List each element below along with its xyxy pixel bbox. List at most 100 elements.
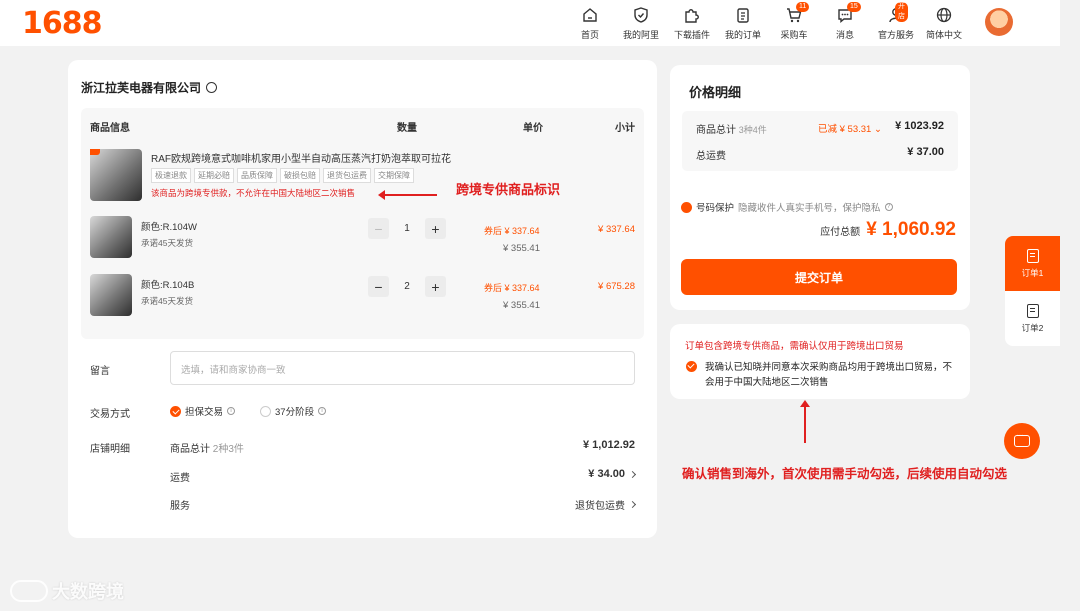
service-label: 服务 <box>170 501 190 512</box>
goods-total-value: ¥ 1,012.92 <box>583 439 635 451</box>
price-summary-box: 商品总计 3种4件 已减 ¥ 53.31 ⌄ ¥ 1023.92 总运费 ¥ 3… <box>682 111 958 171</box>
trade-option-label: 37分阶段 <box>275 407 315 418</box>
confirm-text[interactable]: 我确认已知晓并同意本次采购商品均用于跨境出口贸易，不会用于中国大陆地区二次销售 <box>705 360 953 390</box>
message-input[interactable]: 选填，请和商家协商一致 <box>170 351 635 385</box>
original-price: ¥ 355.41 <box>503 243 540 254</box>
header-unit-price: 单价 <box>523 123 543 134</box>
goods-total-value: ¥ 1023.92 <box>895 120 944 132</box>
nav-label: 官方服务 <box>877 30 914 40</box>
decrease-button[interactable]: − <box>368 218 389 239</box>
watermark: 大数跨境 <box>10 578 124 604</box>
service-row[interactable]: 退货包运费 <box>575 497 637 512</box>
header-goods-info: 商品信息 <box>90 123 130 134</box>
puzzle-icon <box>685 9 699 23</box>
chat-button[interactable] <box>1004 423 1040 459</box>
service-tag: 交期保障 <box>374 168 414 183</box>
chevron-down-icon: ⌄ <box>873 124 882 135</box>
decrease-button[interactable]: − <box>368 276 389 297</box>
nav-label: 简体中文 <box>925 30 962 40</box>
chat-icon <box>1014 430 1030 447</box>
discount-dropdown[interactable]: 已减 ¥ 53.31 ⌄ <box>818 121 882 135</box>
smile-icon[interactable] <box>206 82 218 93</box>
payable-label: 应付总额 <box>820 227 861 238</box>
quantity-stepper: − 2 + <box>368 276 446 297</box>
sku-ship-promise: 承诺45天发货 <box>141 296 193 306</box>
annotation-arrow-left <box>378 190 437 200</box>
total-shipping-label: 总运费 <box>696 151 726 162</box>
info-icon[interactable]: i <box>318 407 327 415</box>
nav-label: 我的阿里 <box>622 30 659 40</box>
protection-description: 隐藏收件人真实手机号，保护隐私 <box>738 203 881 214</box>
annotation-arrow-up <box>800 400 810 443</box>
submit-order-button[interactable]: 提交订单 <box>681 259 957 295</box>
quantity-value[interactable]: 2 <box>389 281 425 292</box>
service-tag: 破损包赔 <box>280 168 320 183</box>
shipping-amount: ¥ 34.00 <box>588 468 625 480</box>
watermark-text: 大数跨境 <box>52 582 124 602</box>
discount-value: 已减 ¥ 53.31 <box>818 124 872 135</box>
side-tab-order-2[interactable]: 订单2 <box>1005 291 1060 346</box>
price-detail-title: 价格明细 <box>689 85 742 100</box>
confirm-checkbox[interactable] <box>686 361 697 372</box>
chevron-right-icon <box>628 500 637 509</box>
increase-button[interactable]: + <box>425 276 446 297</box>
shipping-row[interactable]: ¥ 34.00 <box>588 468 637 480</box>
header-quantity: 数量 <box>397 123 417 134</box>
service-tag: 极速退款 <box>151 168 191 183</box>
info-icon[interactable]: i <box>227 407 236 415</box>
nav-language[interactable]: 简体中文 <box>914 6 974 41</box>
checkbox-checked-icon[interactable] <box>681 201 692 213</box>
nav-label: 我的订单 <box>724 30 761 40</box>
quantity-value[interactable]: 1 <box>389 223 425 234</box>
number-protection[interactable]: 号码保护 隐藏收件人真实手机号，保护隐私 ? <box>681 200 893 214</box>
side-tab-label: 订单2 <box>1021 322 1044 333</box>
protection-label: 号码保护 <box>696 203 735 214</box>
goods-total-label: 商品总计 2种3件 <box>170 440 244 455</box>
trade-option-installment[interactable]: 37分阶段 i <box>260 404 327 418</box>
service-tag: 品质保障 <box>237 168 277 183</box>
goods-total-row: 商品总计 3种4件 <box>696 121 767 136</box>
radio-checked-icon <box>170 405 181 417</box>
increase-button[interactable]: + <box>425 218 446 239</box>
cross-border-confirm-card: 订单包含跨境专供商品，需确认仅用于跨境出口贸易 我确认已知晓并同意本次采购商品均… <box>670 324 970 399</box>
goods-table: 商品信息 数量 单价 小计 RAF欧规跨境意式咖啡机家用小型半自动高压蒸汽打奶泡… <box>81 108 644 339</box>
payable-total: 应付总额 ¥ 1,060.92 <box>820 219 956 241</box>
product-title[interactable]: RAF欧规跨境意式咖啡机家用小型半自动高压蒸汽打奶泡萃取可拉花 <box>151 150 451 165</box>
cross-border-tag <box>90 149 100 155</box>
sku-ship-promise: 承诺45天发货 <box>141 238 193 248</box>
header-subtotal: 小计 <box>615 123 635 134</box>
avatar[interactable] <box>985 8 1013 36</box>
coupon-price: 券后 ¥ 337.64 <box>484 283 540 293</box>
total-shipping-value: ¥ 37.00 <box>907 146 944 158</box>
service-tags: 极速退款 延期必赔 品质保障 破损包赔 退货包运费 交期保障 <box>151 168 414 183</box>
store-order-card: 浙江拉芙电器有限公司 商品信息 数量 单价 小计 RAF欧规跨境意式咖啡机家用小… <box>68 60 657 538</box>
original-price: ¥ 355.41 <box>503 300 540 311</box>
goods-total-count: 3种4件 <box>738 125 767 135</box>
trade-option-escrow[interactable]: 担保交易 i <box>170 404 236 418</box>
cart-badge: 11 <box>796 2 810 12</box>
coupon-price: 券后 ¥ 337.64 <box>484 226 540 236</box>
goods-total-count: 2种3件 <box>212 444 244 455</box>
store-header[interactable]: 浙江拉芙电器有限公司 <box>81 79 218 96</box>
sku-image[interactable] <box>90 274 132 316</box>
document-icon <box>1026 303 1039 318</box>
service-tag: 退货包运费 <box>323 168 371 183</box>
annotation-auto-check: 确认销售到海外，首次使用需手动勾选，后续使用自动勾选 <box>682 467 1008 481</box>
clipboard-icon <box>737 8 749 23</box>
globe-icon <box>936 7 952 23</box>
side-tab-order-1[interactable]: 订单1 <box>1005 236 1060 291</box>
goods-total-amount: ¥ 1,012.92 <box>583 439 635 451</box>
open-store-badge: 开店 <box>895 2 908 22</box>
price-detail-card: 价格明细 商品总计 3种4件 已减 ¥ 53.31 ⌄ ¥ 1023.92 总运… <box>670 65 970 310</box>
service-tag: 延期必赔 <box>194 168 234 183</box>
top-navbar: 1688 首页 我的阿里 下载插件 我的订单 11 采购车 15 消息 开店 官… <box>0 0 1060 46</box>
chevron-right-icon <box>628 470 637 478</box>
sku-image[interactable] <box>90 216 132 258</box>
radio-unchecked-icon <box>260 405 271 417</box>
logo[interactable]: 1688 <box>22 6 102 41</box>
product-image[interactable] <box>90 149 142 201</box>
sku-name: 颜色:R.104B <box>141 280 195 291</box>
info-icon[interactable]: ? <box>884 203 893 211</box>
cross-border-warning: 该商品为跨境专供款，不允许在中国大陆地区二次销售 <box>151 188 356 198</box>
sku-subtotal: ¥ 337.64 <box>598 224 635 235</box>
